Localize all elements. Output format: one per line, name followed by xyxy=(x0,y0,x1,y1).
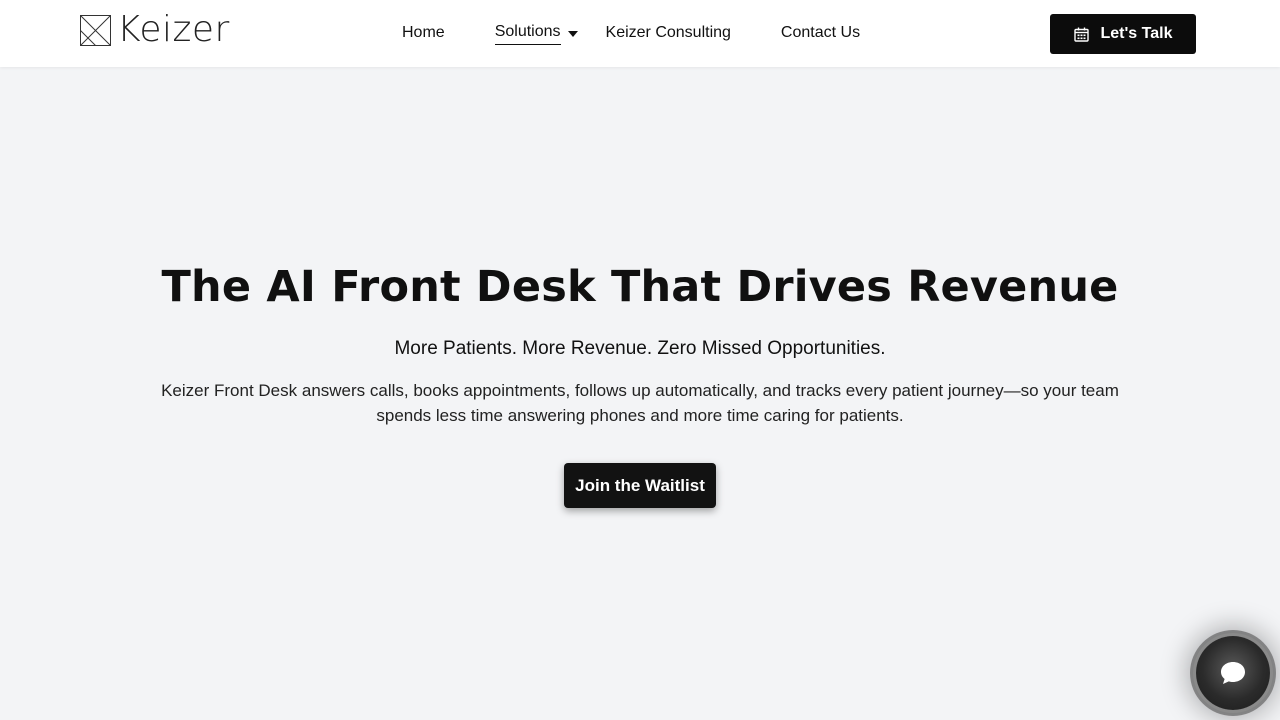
chat-bubble-icon xyxy=(1221,662,1245,684)
nav-solutions[interactable]: Solutions xyxy=(494,21,561,45)
site-header: Keizer Home Solutions Keizer Consulting … xyxy=(0,0,1280,67)
chevron-down-icon[interactable] xyxy=(567,31,578,37)
keizer-logo-icon xyxy=(80,14,111,46)
chat-launcher-button[interactable] xyxy=(1196,636,1270,710)
lets-talk-button[interactable]: Let's Talk xyxy=(1050,14,1196,54)
nav-solutions-dropdown[interactable]: Solutions xyxy=(494,21,578,45)
main-nav: Home Solutions Keizer Consulting Contact… xyxy=(402,21,860,45)
join-waitlist-button[interactable]: Join the Waitlist xyxy=(564,463,716,508)
hero-subtitle: More Patients. More Revenue. Zero Missed… xyxy=(394,338,886,359)
hero-title: The AI Front Desk That Drives Revenue xyxy=(161,262,1119,312)
calendar-icon xyxy=(1073,27,1089,42)
lets-talk-label: Let's Talk xyxy=(1100,25,1173,42)
nav-contact-us[interactable]: Contact Us xyxy=(781,22,860,44)
nav-keizer-consulting[interactable]: Keizer Consulting xyxy=(606,22,731,44)
logo-link[interactable]: Keizer xyxy=(80,12,230,48)
logo-text: Keizer xyxy=(117,9,230,50)
hero-description: Keizer Front Desk answers calls, books a… xyxy=(161,381,1119,425)
nav-home[interactable]: Home xyxy=(402,22,445,44)
